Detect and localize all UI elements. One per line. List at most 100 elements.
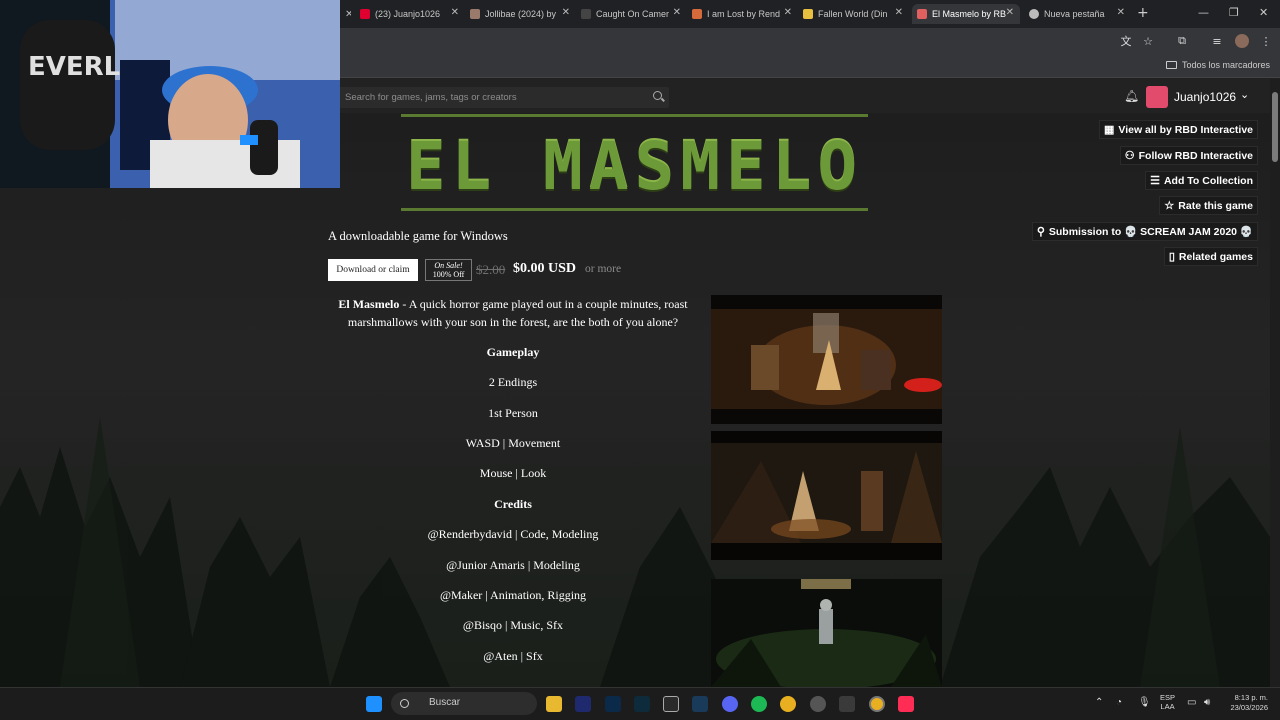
perspective-line: 1st Person xyxy=(488,406,538,420)
all-bookmarks[interactable]: Todos los marcadores xyxy=(1165,60,1270,70)
bookmark-star-icon[interactable]: ☆ xyxy=(1141,34,1155,48)
sale-line-1: On Sale! xyxy=(434,261,463,270)
tab-close-icon[interactable]: ✕ xyxy=(1006,7,1014,18)
tab-close-icon[interactable]: ✕ xyxy=(1117,7,1125,18)
itch-favicon-icon xyxy=(803,9,813,19)
view-all-button[interactable]: ▦ View all by RBD Interactive xyxy=(1098,120,1258,139)
taskbar-search[interactable]: Buscar xyxy=(391,692,537,715)
close-window-icon[interactable]: ✕ xyxy=(1259,6,1268,19)
game-logo: EL MASMELO xyxy=(401,114,868,214)
jam-submission-button[interactable]: ⚲ Submission to 💀 SCREAM JAM 2020 💀 xyxy=(1031,222,1258,241)
app-icon[interactable] xyxy=(810,696,826,712)
extensions-icon[interactable]: ⧉ xyxy=(1175,34,1189,48)
discord-icon[interactable] xyxy=(722,696,738,712)
tab-label: Fallen World (Din xyxy=(818,9,888,19)
tab-close-icon[interactable]: ✕ xyxy=(673,7,681,18)
youtube-icon xyxy=(360,9,370,19)
menu-dots-icon[interactable]: ⋮ xyxy=(1259,34,1273,48)
itch-favicon-icon xyxy=(581,9,591,19)
bookmarks-label: Todos los marcadores xyxy=(1181,60,1270,70)
tab-close-icon[interactable]: ✕ xyxy=(895,7,903,18)
chrome-icon[interactable] xyxy=(780,696,796,712)
follow-button[interactable]: ⚇ Follow RBD Interactive xyxy=(1119,146,1258,165)
or-more-label: or more xyxy=(585,263,622,275)
windows-start-icon[interactable] xyxy=(366,696,382,712)
add-to-collection-button[interactable]: ☰ Add To Collection xyxy=(1145,171,1258,190)
tray-app-icon[interactable]: ◔ xyxy=(1116,697,1122,708)
tab-jollibae[interactable]: Jollibae (2024) by ✕ xyxy=(470,4,576,24)
page-scrollbar[interactable] xyxy=(1270,79,1280,687)
tab-fallen-world[interactable]: Fallen World (Din ✕ xyxy=(803,4,909,24)
tab-i-am-lost[interactable]: I am Lost by Rend ✕ xyxy=(692,4,798,24)
tab-close-prev[interactable]: ✕ xyxy=(345,4,351,24)
campfire-scene-image xyxy=(711,295,942,424)
download-button[interactable]: Download or claim xyxy=(328,259,418,281)
rate-game-button[interactable]: ☆ Rate this game xyxy=(1159,196,1258,215)
folder-icon xyxy=(1165,61,1177,69)
credit-line: @Bisqo | Music, Sfx xyxy=(462,618,564,632)
chrome-icon xyxy=(1029,9,1039,19)
game-type-label: A downloadable game for Windows xyxy=(328,229,508,243)
translate-icon[interactable]: 文 xyxy=(1119,34,1133,48)
sale-line-2: 100% Off xyxy=(432,270,465,279)
related-games-button[interactable]: ▯ Related games xyxy=(1163,247,1258,266)
logo-top-line xyxy=(401,114,868,117)
user-avatar[interactable] xyxy=(1146,86,1168,108)
new-tab-icon[interactable]: + xyxy=(1137,5,1149,21)
tab-caught-on-camera[interactable]: Caught On Camer ✕ xyxy=(581,4,687,24)
tab-close-icon[interactable]: ✕ xyxy=(784,7,792,18)
clock-time: 8:13 p. m. xyxy=(1234,693,1268,702)
lang-line-1: ESP xyxy=(1160,693,1176,702)
button-label: Related games xyxy=(1178,250,1253,263)
button-label: Follow RBD Interactive xyxy=(1138,149,1253,162)
obs-icon[interactable] xyxy=(663,696,679,712)
taskbar-search-icon xyxy=(400,699,409,708)
search-input[interactable]: Search for games, jams, tags or creators xyxy=(338,87,669,108)
credit-line: @Maker | Animation, Rigging xyxy=(439,588,587,602)
photoshop-icon[interactable] xyxy=(605,696,621,712)
chrome-active-icon[interactable] xyxy=(869,696,885,712)
streamer-webcam-image: EVERL xyxy=(0,0,340,188)
screenshot-1[interactable] xyxy=(711,295,942,424)
microphone-icon[interactable]: 🎙︎ xyxy=(1138,697,1151,708)
search-icon[interactable] xyxy=(653,91,662,100)
original-price: $2.00 xyxy=(476,262,506,277)
file-explorer-icon[interactable] xyxy=(546,696,562,712)
store-icon: ▦ xyxy=(1103,124,1115,136)
campfire-night-image xyxy=(711,431,942,560)
tray-chevron-icon[interactable]: ⌃ xyxy=(1095,697,1103,708)
tab-close-icon[interactable]: ✕ xyxy=(562,7,570,18)
premiere-icon[interactable] xyxy=(575,696,591,712)
description-text: - A quick horror game played out in a co… xyxy=(347,297,688,329)
profile-avatar-icon[interactable] xyxy=(1235,34,1249,48)
gameplay-heading: Gameplay xyxy=(486,345,540,359)
tab-el-masmelo[interactable]: El Masmelo by RB ✕ xyxy=(912,4,1020,24)
volume-icon[interactable]: 🔊︎ xyxy=(1204,697,1210,708)
spotify-icon[interactable] xyxy=(751,696,767,712)
tab-new-tab[interactable]: Nueva pestaña ✕ xyxy=(1025,4,1131,24)
tab-label: El Masmelo by RB xyxy=(932,9,1007,19)
taskbar-clock[interactable]: 8:13 p. m. 23/03/2026 xyxy=(1222,693,1268,713)
sale-badge: On Sale! 100% Off xyxy=(425,259,472,281)
itch-favicon-icon xyxy=(917,9,927,19)
scroll-thumb[interactable] xyxy=(1272,92,1278,162)
lightroom-icon[interactable] xyxy=(634,696,650,712)
tab-youtube[interactable]: (23) Juanjo1026 ✕ xyxy=(360,4,465,24)
username-label[interactable]: Juanjo1026 xyxy=(1174,90,1236,104)
language-indicator[interactable]: ESP LAA xyxy=(1160,693,1175,711)
notification-bell-icon[interactable]: 🔔︎ xyxy=(1124,89,1139,103)
screenshot-3[interactable] xyxy=(711,579,942,687)
app-icon[interactable] xyxy=(839,696,855,712)
controls-movement-line: WASD | Movement xyxy=(465,436,561,450)
lang-line-2: LAA xyxy=(1160,702,1175,711)
minimize-icon[interactable]: — xyxy=(1198,6,1209,19)
tab-close-icon[interactable]: ✕ xyxy=(451,7,459,18)
screenshot-2[interactable] xyxy=(711,431,942,560)
steam-icon[interactable] xyxy=(692,696,708,712)
star-icon: ☆ xyxy=(1164,200,1175,212)
network-icon[interactable]: ▭ xyxy=(1187,697,1196,708)
tiktok-icon[interactable] xyxy=(898,696,914,712)
chevron-down-icon[interactable]: ⌄ xyxy=(1240,88,1249,101)
maximize-icon[interactable]: ❐ xyxy=(1229,6,1239,19)
reading-list-icon[interactable]: ≡ xyxy=(1210,34,1224,48)
